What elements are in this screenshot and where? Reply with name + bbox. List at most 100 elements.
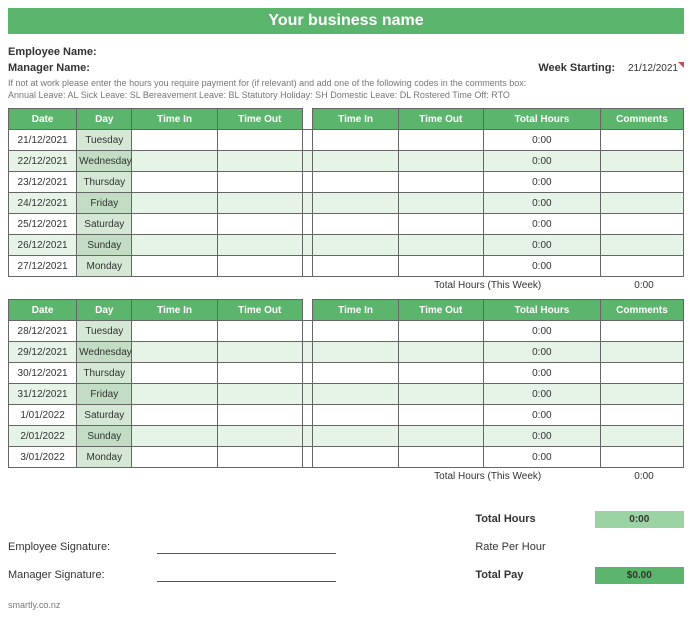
- cell-total-hours: 0:00: [483, 342, 600, 363]
- cell-time-out[interactable]: [217, 363, 302, 384]
- header-comments: Comments: [600, 300, 683, 321]
- cell-time-out[interactable]: [217, 342, 302, 363]
- cell-time-out[interactable]: [217, 235, 302, 256]
- cell-time-in[interactable]: [132, 342, 217, 363]
- cell-comments[interactable]: [600, 342, 683, 363]
- cell-time-out-2[interactable]: [398, 363, 483, 384]
- cell-day: Wednesday: [77, 342, 132, 363]
- cell-time-in-2[interactable]: [313, 405, 398, 426]
- cell-time-out[interactable]: [217, 172, 302, 193]
- cell-time-in-2[interactable]: [313, 363, 398, 384]
- header-day: Day: [77, 300, 132, 321]
- cell-day: Friday: [77, 193, 132, 214]
- cell-time-in[interactable]: [132, 193, 217, 214]
- cell-time-in-2[interactable]: [313, 214, 398, 235]
- cell-time-in[interactable]: [132, 235, 217, 256]
- cell-time-in[interactable]: [132, 256, 217, 277]
- header-comments: Comments: [600, 109, 683, 130]
- cell-time-in-2[interactable]: [313, 447, 398, 468]
- cell-time-in-2[interactable]: [313, 256, 398, 277]
- cell-time-in-2[interactable]: [313, 172, 398, 193]
- cell-comments[interactable]: [600, 447, 683, 468]
- cell-comments[interactable]: [600, 172, 683, 193]
- cell-gap: [302, 193, 313, 214]
- cell-time-out-2[interactable]: [398, 172, 483, 193]
- cell-time-in[interactable]: [132, 405, 217, 426]
- cell-time-out-2[interactable]: [398, 151, 483, 172]
- cell-day: Thursday: [77, 363, 132, 384]
- cell-time-in-2[interactable]: [313, 130, 398, 151]
- cell-time-out[interactable]: [217, 384, 302, 405]
- total-hours-value: 0:00: [595, 511, 684, 528]
- cell-time-out-2[interactable]: [398, 342, 483, 363]
- cell-time-out[interactable]: [217, 193, 302, 214]
- cell-time-out-2[interactable]: [398, 235, 483, 256]
- header-total-hours: Total Hours: [483, 109, 600, 130]
- cell-time-in-2[interactable]: [313, 384, 398, 405]
- cell-comments[interactable]: [600, 405, 683, 426]
- cell-time-in[interactable]: [132, 172, 217, 193]
- cell-time-out[interactable]: [217, 256, 302, 277]
- cell-time-out-2[interactable]: [398, 214, 483, 235]
- cell-time-in[interactable]: [132, 363, 217, 384]
- cell-comments[interactable]: [600, 426, 683, 447]
- cell-comments[interactable]: [600, 151, 683, 172]
- cell-time-out[interactable]: [217, 151, 302, 172]
- timesheet-table-week1: Date Day Time In Time Out Time In Time O…: [8, 108, 684, 277]
- cell-comments[interactable]: [600, 130, 683, 151]
- cell-comments[interactable]: [600, 235, 683, 256]
- week-starting-value[interactable]: 21/12/2021: [622, 62, 684, 75]
- cell-date: 1/01/2022: [9, 405, 77, 426]
- header-day: Day: [77, 109, 132, 130]
- cell-time-out-2[interactable]: [398, 384, 483, 405]
- cell-time-in[interactable]: [132, 384, 217, 405]
- cell-time-out-2[interactable]: [398, 130, 483, 151]
- cell-time-out[interactable]: [217, 426, 302, 447]
- cell-total-hours: 0:00: [483, 384, 600, 405]
- week2-total-value: 0:00: [614, 471, 674, 482]
- cell-day: Monday: [77, 447, 132, 468]
- cell-time-out[interactable]: [217, 321, 302, 342]
- cell-comments[interactable]: [600, 256, 683, 277]
- cell-time-in[interactable]: [132, 321, 217, 342]
- cell-time-in[interactable]: [132, 447, 217, 468]
- employee-signature-line[interactable]: [157, 540, 336, 554]
- cell-time-in-2[interactable]: [313, 151, 398, 172]
- cell-time-out[interactable]: [217, 130, 302, 151]
- employee-name-label: Employee Name:: [8, 46, 684, 58]
- cell-gap: [302, 321, 313, 342]
- cell-time-out-2[interactable]: [398, 321, 483, 342]
- cell-time-out-2[interactable]: [398, 447, 483, 468]
- table-row: 2/01/2022Sunday0:00: [9, 426, 684, 447]
- cell-time-in[interactable]: [132, 214, 217, 235]
- cell-time-in-2[interactable]: [313, 342, 398, 363]
- cell-comments[interactable]: [600, 193, 683, 214]
- manager-signature-line[interactable]: [157, 568, 336, 582]
- cell-time-out[interactable]: [217, 447, 302, 468]
- cell-time-in-2[interactable]: [313, 426, 398, 447]
- cell-time-in-2[interactable]: [313, 193, 398, 214]
- cell-time-out-2[interactable]: [398, 256, 483, 277]
- table-row: 26/12/2021Sunday0:00: [9, 235, 684, 256]
- cell-time-in[interactable]: [132, 426, 217, 447]
- cell-time-out[interactable]: [217, 214, 302, 235]
- cell-gap: [302, 405, 313, 426]
- cell-comments[interactable]: [600, 363, 683, 384]
- week-starting-label: Week Starting:: [538, 62, 615, 74]
- cell-time-in[interactable]: [132, 130, 217, 151]
- cell-time-out-2[interactable]: [398, 426, 483, 447]
- table-header-row: Date Day Time In Time Out Time In Time O…: [9, 300, 684, 321]
- timesheet-table-week2: Date Day Time In Time Out Time In Time O…: [8, 299, 684, 468]
- cell-time-out-2[interactable]: [398, 405, 483, 426]
- cell-time-in[interactable]: [132, 151, 217, 172]
- cell-time-out[interactable]: [217, 405, 302, 426]
- cell-comments[interactable]: [600, 321, 683, 342]
- cell-day: Sunday: [77, 235, 132, 256]
- cell-comments[interactable]: [600, 214, 683, 235]
- cell-time-in-2[interactable]: [313, 235, 398, 256]
- cell-time-in-2[interactable]: [313, 321, 398, 342]
- rate-per-hour-value[interactable]: [595, 544, 684, 550]
- cell-time-out-2[interactable]: [398, 193, 483, 214]
- footer-text: smartly.co.nz: [8, 600, 684, 610]
- cell-comments[interactable]: [600, 384, 683, 405]
